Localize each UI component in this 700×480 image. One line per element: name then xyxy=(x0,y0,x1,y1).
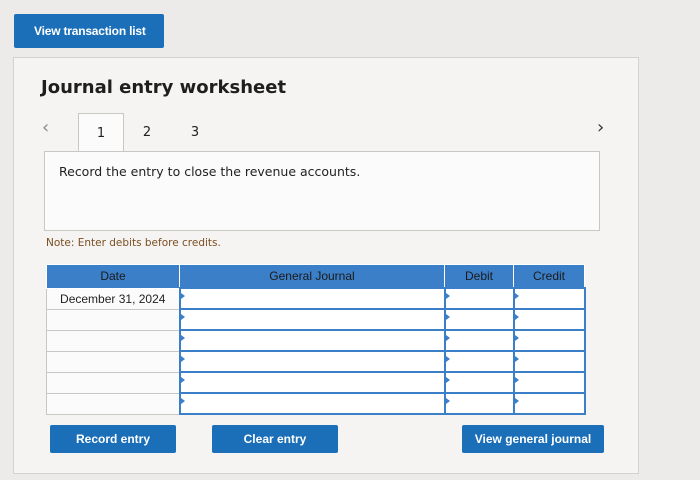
table-row xyxy=(46,392,586,415)
worksheet-title: Journal entry worksheet xyxy=(41,77,287,98)
journal-header-row: Date General Journal Debit Credit xyxy=(46,264,585,289)
account-field[interactable] xyxy=(178,287,446,310)
date-cell xyxy=(46,392,180,415)
record-entry-button[interactable]: Record entry xyxy=(50,425,176,453)
clear-entry-button[interactable]: Clear entry xyxy=(212,425,338,453)
table-row xyxy=(46,308,586,331)
credit-field[interactable] xyxy=(512,287,586,310)
credit-field[interactable] xyxy=(512,392,586,415)
table-row xyxy=(46,371,586,394)
account-field[interactable] xyxy=(178,308,446,331)
chevron-right-icon[interactable]: › xyxy=(597,117,604,138)
credit-field[interactable] xyxy=(512,371,586,394)
chevron-left-icon[interactable]: ‹ xyxy=(42,117,49,138)
date-cell xyxy=(46,308,180,331)
account-field[interactable] xyxy=(178,371,446,394)
general-journal-column-header: General Journal xyxy=(179,264,445,289)
tab-3[interactable]: 3 xyxy=(172,113,218,151)
account-field[interactable] xyxy=(178,392,446,415)
instruction-box: Record the entry to close the revenue ac… xyxy=(44,151,600,231)
credit-field[interactable] xyxy=(512,308,586,331)
journal-entry-worksheet-panel: Journal entry worksheet ‹ 1 2 3 › Record… xyxy=(13,57,639,474)
date-cell xyxy=(46,371,180,394)
credit-field[interactable] xyxy=(512,329,586,352)
debit-field[interactable] xyxy=(443,350,515,373)
worksheet-tabs: ‹ 1 2 3 › xyxy=(14,113,638,153)
debit-field[interactable] xyxy=(443,308,515,331)
note-text: Note: Enter debits before credits. xyxy=(46,237,221,249)
table-row xyxy=(46,350,586,373)
instruction-text: Record the entry to close the revenue ac… xyxy=(59,164,361,179)
debit-field[interactable] xyxy=(443,287,515,310)
journal-table: Date General Journal Debit Credit Decemb… xyxy=(46,264,586,415)
account-field[interactable] xyxy=(178,329,446,352)
date-cell xyxy=(46,350,180,373)
date-cell xyxy=(46,329,180,352)
view-transaction-list-button[interactable]: View transaction list xyxy=(14,14,164,48)
debit-column-header: Debit xyxy=(444,264,514,289)
credit-column-header: Credit xyxy=(513,264,585,289)
tab-1[interactable]: 1 xyxy=(78,113,124,152)
debit-field[interactable] xyxy=(443,329,515,352)
credit-field[interactable] xyxy=(512,350,586,373)
table-row xyxy=(46,329,586,352)
account-field[interactable] xyxy=(178,350,446,373)
tab-2[interactable]: 2 xyxy=(124,113,170,151)
debit-field[interactable] xyxy=(443,371,515,394)
table-row: December 31, 2024 xyxy=(46,287,586,310)
debit-field[interactable] xyxy=(443,392,515,415)
view-general-journal-button[interactable]: View general journal xyxy=(462,425,604,453)
date-column-header: Date xyxy=(46,264,180,289)
date-cell: December 31, 2024 xyxy=(46,287,180,310)
